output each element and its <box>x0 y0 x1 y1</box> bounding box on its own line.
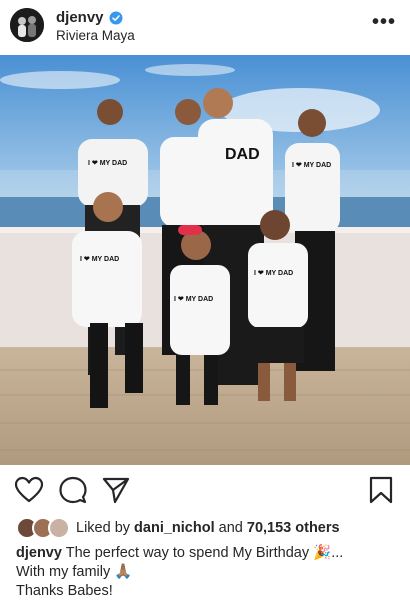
verified-badge-icon <box>109 11 123 24</box>
liker-avatar <box>48 517 70 539</box>
post-caption: djenvy The perfect way to spend My Birth… <box>16 544 400 601</box>
dad-shirt-text: DAD <box>225 146 260 163</box>
likes-prefix: Liked by <box>76 520 131 536</box>
action-bar <box>0 475 410 507</box>
post-header: djenvy Riviera Maya ••• <box>0 0 410 50</box>
heart-icon[interactable] <box>14 475 44 505</box>
little-girl-shirt-text: I ❤ MY DAD <box>174 296 213 303</box>
avatar-image <box>10 8 44 42</box>
caption-text: The perfect way to spend My Birthday 🎉..… <box>65 545 344 561</box>
family-photo: DAD I ❤ MY DAD I ❤ MY DAD I ❤ MY DAD I ❤… <box>0 55 410 465</box>
bookmark-icon[interactable] <box>366 475 396 505</box>
caption-line-3: Thanks Babes! <box>16 583 113 599</box>
teen-shirt-text: I ❤ MY DAD <box>292 162 331 169</box>
post-location[interactable]: Riviera Maya <box>56 28 135 43</box>
username-row: djenvy <box>56 9 123 26</box>
likes-count[interactable]: 70,153 others <box>247 520 340 536</box>
username[interactable]: djenvy <box>56 9 104 26</box>
caption-line-2: With my family 🙏🏽 <box>16 564 133 580</box>
share-icon[interactable] <box>101 475 131 505</box>
post-photo[interactable]: DAD I ❤ MY DAD I ❤ MY DAD I ❤ MY DAD I ❤… <box>0 55 410 465</box>
liker-avatars <box>16 517 70 539</box>
small-boy-shirt-text: I ❤ MY DAD <box>254 270 293 277</box>
likes-summary[interactable]: Liked by dani_nichol and 70,153 others <box>16 517 340 539</box>
caption-username[interactable]: djenvy <box>16 545 62 561</box>
likes-middle: and <box>218 520 243 536</box>
comment-icon[interactable] <box>58 475 88 505</box>
ellipsis-icon[interactable]: ••• <box>372 12 396 32</box>
liker-username[interactable]: dani_nichol <box>134 520 215 536</box>
girl-shirt-text: I ❤ MY DAD <box>80 256 119 263</box>
caption-line-1: djenvy The perfect way to spend My Birth… <box>16 544 400 563</box>
avatar[interactable] <box>10 8 44 42</box>
boy-shirt-text: I ❤ MY DAD <box>88 160 127 167</box>
